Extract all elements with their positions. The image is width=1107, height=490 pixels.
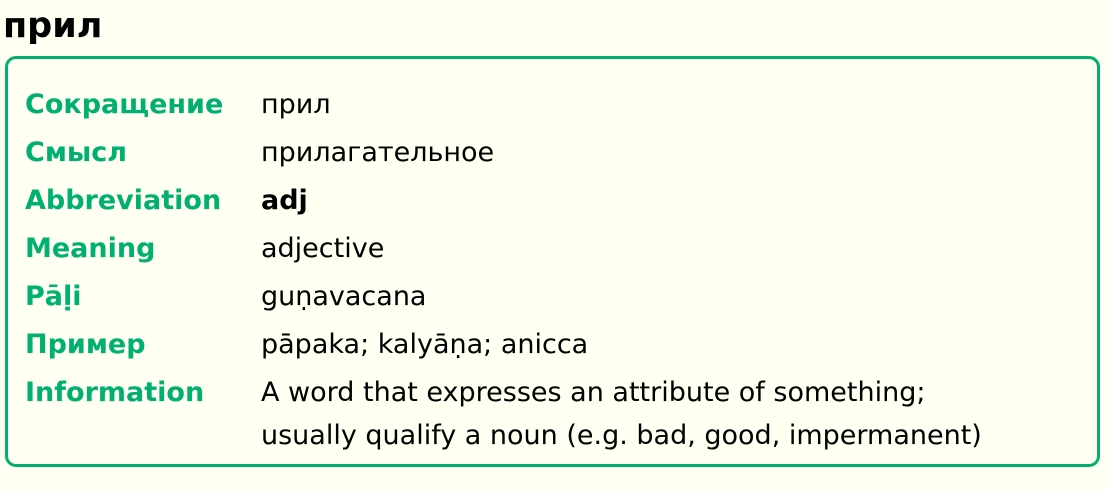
label-example: Пример	[25, 329, 146, 360]
definition-table: Сокращение прил Смысл прилагательное Abb…	[25, 83, 982, 457]
value-information: A word that expresses an attribute of so…	[261, 371, 982, 457]
information-line-1: A word that expresses an attribute of so…	[261, 377, 926, 408]
row-information: Information A word that expresses an att…	[25, 371, 982, 457]
value-pali: guṇavacana	[261, 281, 427, 312]
label-abbreviation-en: Abbreviation	[25, 185, 222, 216]
label-meaning-en: Meaning	[25, 233, 156, 264]
definition-card: Сокращение прил Смысл прилагательное Abb…	[5, 56, 1100, 467]
page-title: прил	[3, 6, 103, 46]
row-example: Пример pāpaka; kalyāṇa; anicca	[25, 323, 982, 371]
label-information: Information	[25, 377, 205, 408]
value-abbreviation-ru: прил	[261, 89, 331, 120]
label-abbreviation-ru: Сокращение	[25, 89, 224, 120]
value-example: pāpaka; kalyāṇa; anicca	[261, 329, 589, 360]
row-pali: Pāḷi guṇavacana	[25, 275, 982, 323]
value-meaning-ru: прилагательное	[261, 137, 495, 168]
label-meaning-ru: Смысл	[25, 137, 128, 168]
label-pali: Pāḷi	[25, 281, 82, 312]
value-abbreviation-en: adj	[261, 185, 308, 216]
row-meaning-en: Meaning adjective	[25, 227, 982, 275]
value-meaning-en: adjective	[261, 233, 385, 264]
row-meaning-ru: Смысл прилагательное	[25, 131, 982, 179]
information-line-2: usually qualify a noun (e.g. bad, good, …	[261, 420, 982, 451]
row-abbreviation-en: Abbreviation adj	[25, 179, 982, 227]
row-abbreviation-ru: Сокращение прил	[25, 83, 982, 131]
